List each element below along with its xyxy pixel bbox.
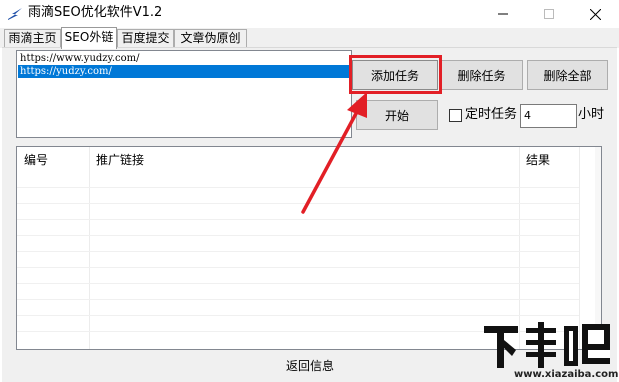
row-divider [17,299,579,300]
url-list-item[interactable]: https://www.yudzy.com/ [18,52,350,65]
row-divider [17,267,579,268]
timer-label: 定时任务 [465,107,518,122]
column-divider [519,147,520,349]
watermark-url: www.xiazaiba.com [514,369,619,380]
return-info-label: 返回信息 [286,359,335,373]
column-header-result[interactable]: 结果 [519,147,579,173]
url-list-item-selected[interactable]: https://yudzy.com/ [18,65,350,78]
delete-task-button[interactable]: 删除任务 [440,60,523,90]
app-logo-icon [8,8,22,20]
column-divider [89,147,90,349]
tab-home[interactable]: 雨滴主页 [4,29,61,48]
row-divider [17,251,579,252]
tab-baidu-submit[interactable]: 百度提交 [117,29,174,48]
red-arrow-annotation [301,92,367,214]
window-title: 雨滴SEO优化软件V1.2 [28,5,163,20]
delete-all-button[interactable]: 删除全部 [527,60,608,90]
minimize-icon [498,13,508,15]
table-scrollbar[interactable] [595,147,601,349]
row-divider [17,235,579,236]
maximize-icon [544,9,554,19]
tab-seo-backlinks[interactable]: SEO外链 [61,27,117,49]
interval-input[interactable]: 4 [520,104,577,128]
row-divider [17,219,579,220]
minimize-button[interactable] [480,0,526,28]
tab-article-rewrite[interactable]: 文章伪原创 [174,29,247,48]
watermark-logo [484,322,610,368]
maximize-button[interactable] [526,0,572,28]
close-icon [589,8,601,20]
close-button[interactable] [572,0,618,28]
row-divider [17,283,579,284]
column-divider [579,147,580,349]
row-divider [17,315,579,316]
interval-unit-label: 小时 [578,107,605,122]
column-header-id[interactable]: 编号 [17,147,89,173]
timer-checkbox[interactable] [449,109,462,122]
